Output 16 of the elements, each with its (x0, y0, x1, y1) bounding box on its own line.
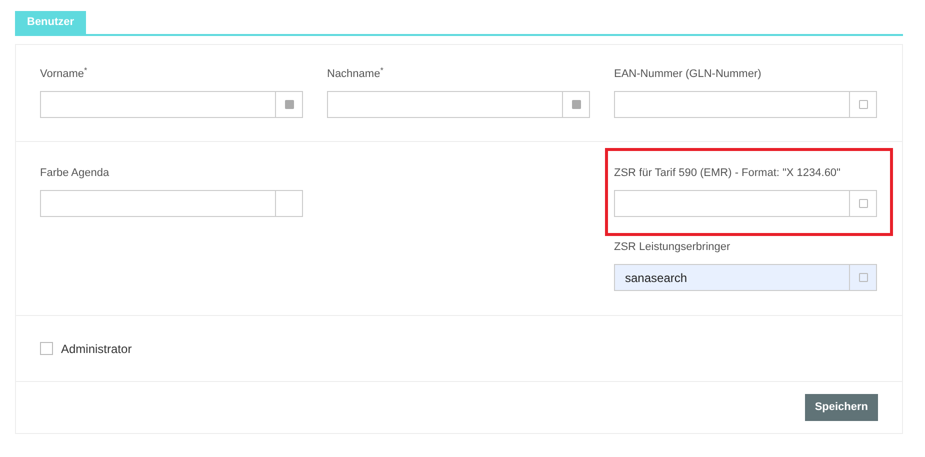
field-label: ZSR Leistungserbringer (614, 240, 732, 255)
input-field[interactable] (614, 91, 877, 118)
input-field[interactable] (614, 190, 877, 217)
field-label: ZSR für Tarif 590 (EMR) - Format: "X 1234.60" (614, 166, 842, 181)
input-field[interactable] (40, 91, 303, 118)
text-input[interactable]: sanasearch (615, 265, 849, 290)
field-label: EAN-Nummer (GLN-Nummer) (614, 67, 762, 82)
field-label: Farbe Agenda (40, 166, 110, 181)
checkbox[interactable] (40, 342, 53, 355)
field-label: Vorname$^{*}$ (40, 66, 88, 82)
input-field[interactable] (40, 190, 303, 217)
field-label: Nachname$^{*}$ (327, 66, 384, 82)
input-field[interactable]: sanasearch (614, 264, 877, 291)
input-field[interactable] (327, 91, 590, 118)
save-button[interactable]: Speichern (804, 394, 878, 421)
checkbox-label: Administrator (61, 340, 132, 358)
